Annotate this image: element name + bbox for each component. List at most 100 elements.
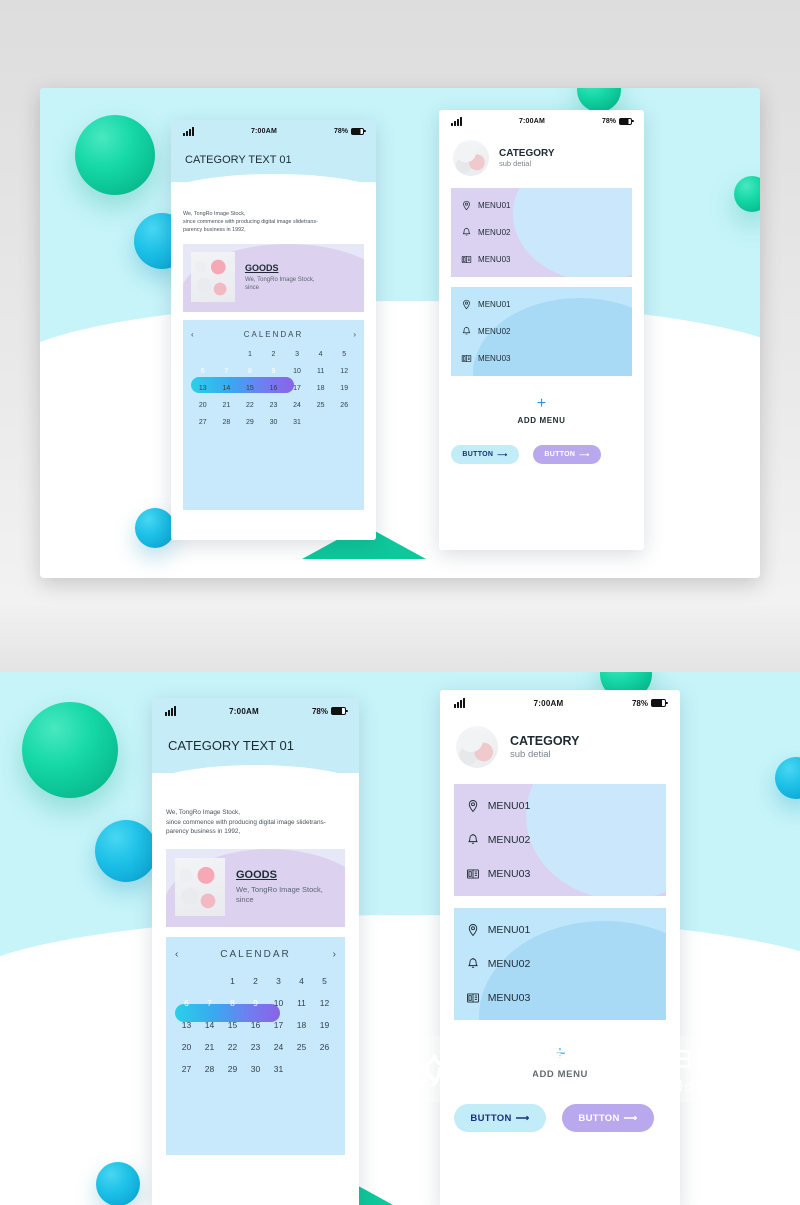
battery-percent: 78% (631, 698, 648, 708)
calendar-day-cell[interactable]: 21 (215, 402, 239, 409)
calendar-day-cell[interactable]: 11 (309, 368, 333, 375)
book-icon (467, 869, 479, 879)
calendar-day-cell[interactable]: 19 (332, 385, 356, 392)
goods-card[interactable]: GOODS We, TongRo Image Stock, since (183, 244, 364, 313)
status-battery-group: 78% (312, 707, 348, 716)
calendar-day-cell[interactable]: 7 (198, 998, 221, 1008)
calendar-day-cell[interactable]: 12 (313, 998, 336, 1008)
calendar-day-cell[interactable]: 10 (285, 368, 309, 375)
calendar-day-cell[interactable]: 24 (267, 1042, 290, 1052)
menu-item[interactable]: MENU02 (466, 957, 654, 971)
calendar-day-cell[interactable]: 5 (332, 351, 356, 358)
calendar-empty-cell (175, 976, 198, 986)
menu-item[interactable]: MENU02 (466, 833, 654, 847)
calendar-day-cell[interactable]: 31 (267, 1064, 290, 1074)
calendar-day-cell[interactable]: 4 (309, 351, 333, 358)
page-title: CATEGORY TEXT 01 (168, 738, 294, 753)
menu-item[interactable]: MENU01 (461, 200, 622, 211)
calendar-day-cell[interactable]: 17 (267, 1020, 290, 1030)
calendar-day-cell[interactable]: 17 (285, 385, 309, 392)
calendar-day-cell[interactable]: 4 (290, 976, 313, 986)
calendar-day-cell[interactable]: 15 (221, 1020, 244, 1030)
menu-item-label: MENU03 (478, 255, 511, 264)
calendar-day-cell[interactable]: 29 (238, 419, 262, 426)
calendar-day-cell[interactable]: 19 (313, 1020, 336, 1030)
calendar-day-cell[interactable]: 3 (267, 976, 290, 986)
scene-top: 7:00AM 78% CATEGORY TEXT 01 TONGRO IMAGE… (40, 88, 760, 578)
calendar-day-cell[interactable]: 26 (332, 402, 356, 409)
watermark-text: 精品素材 · 每日更新 作品编号:3586032 (541, 1044, 739, 1095)
calendar-day-cell[interactable]: 23 (244, 1042, 267, 1052)
calendar-day-cell[interactable]: 9 (244, 998, 267, 1008)
calendar-day-cell[interactable]: 23 (262, 402, 286, 409)
goods-thumbnail (175, 857, 225, 916)
action-button-cyan[interactable]: BUTTON ⟶ (451, 445, 519, 464)
calendar-day-cell[interactable]: 13 (175, 1020, 198, 1030)
calendar-day-cell[interactable]: 11 (290, 998, 313, 1008)
location-pin-icon (463, 299, 470, 310)
action-button-purple[interactable]: BUTTON ⟶ (533, 445, 601, 464)
menu-item[interactable]: MENU01 (466, 799, 654, 813)
plus-icon[interactable]: + (451, 396, 632, 412)
calendar-day-cell[interactable]: 1 (221, 976, 244, 986)
calendar-day-cell[interactable]: 12 (332, 368, 356, 375)
calendar-day-cell[interactable]: 25 (290, 1042, 313, 1052)
calendar-day-cell[interactable]: 2 (262, 351, 286, 358)
calendar-day-cell[interactable]: 10 (267, 998, 290, 1008)
menu-item-label: MENU01 (478, 201, 511, 210)
action-button-purple[interactable]: BUTTON ⟶ (562, 1104, 654, 1132)
calendar-day-cell[interactable]: 9 (262, 368, 286, 375)
calendar-day-cell[interactable]: 13 (191, 385, 215, 392)
signal-icon (183, 126, 194, 136)
menu-item[interactable]: MENU03 (466, 867, 654, 881)
add-menu-section[interactable]: + ADD MENU (451, 396, 632, 426)
phone-right-small: 7:00AM 78% CATEGORY sub detial MENU01 MEN… (439, 110, 644, 550)
calendar-day-cell[interactable]: 25 (309, 402, 333, 409)
calendar-day-cell[interactable]: 22 (238, 402, 262, 409)
calendar-day-cell[interactable]: 29 (221, 1064, 244, 1074)
phone-left-body: TONGRO IMAGE STOCK We, TongRo Image Stoc… (152, 765, 359, 1205)
calendar-day-cell[interactable]: 14 (215, 385, 239, 392)
menu-item[interactable]: MENU02 (461, 326, 622, 337)
calendar-day-cell[interactable]: 21 (198, 1042, 221, 1052)
calendar-day-cell[interactable]: 31 (285, 419, 309, 426)
goods-card[interactable]: GOODS We, TongRo Image Stock, since (166, 848, 345, 927)
menu-item[interactable]: MENU01 (466, 923, 654, 937)
menu-item[interactable]: MENU03 (461, 353, 622, 364)
calendar-day-cell[interactable]: 2 (244, 976, 267, 986)
calendar-day-cell[interactable]: 6 (175, 998, 198, 1008)
calendar-day-cell[interactable]: 24 (285, 402, 309, 409)
calendar-day-cell[interactable]: 30 (262, 419, 286, 426)
calendar-day-cell[interactable]: 18 (309, 385, 333, 392)
calendar-day-cell[interactable]: 26 (313, 1042, 336, 1052)
calendar-day-cell[interactable]: 5 (313, 976, 336, 986)
calendar-day-cell[interactable]: 18 (290, 1020, 313, 1030)
calendar-day-cell[interactable]: 16 (244, 1020, 267, 1030)
menu-item[interactable]: MENU03 (461, 254, 622, 265)
intro-paragraph: We, TongRo Image Stock, since commence w… (183, 211, 318, 234)
calendar-day-cell[interactable]: 20 (175, 1042, 198, 1052)
calendar-day-cell[interactable]: 28 (198, 1064, 221, 1074)
calendar-day-cell[interactable]: 15 (238, 385, 262, 392)
menu-item[interactable]: MENU03 (466, 991, 654, 1005)
menu-item[interactable]: MENU02 (461, 227, 622, 238)
calendar-day-cell[interactable]: 27 (175, 1064, 198, 1074)
action-button-cyan[interactable]: BUTTON ⟶ (454, 1104, 546, 1132)
calendar-day-cell[interactable]: 3 (285, 351, 309, 358)
calendar-day-cell[interactable]: 28 (215, 419, 239, 426)
menu-item[interactable]: MENU01 (461, 299, 622, 310)
calendar-day-cell[interactable]: 20 (191, 402, 215, 409)
calendar-day-cell[interactable]: 22 (221, 1042, 244, 1052)
calendar-day-cell[interactable]: 16 (262, 385, 286, 392)
calendar-day-cell[interactable]: 8 (238, 368, 262, 375)
calendar-next-button[interactable]: › (333, 949, 336, 960)
calendar-day-cell[interactable]: 8 (221, 998, 244, 1008)
calendar-day-cell[interactable]: 7 (215, 368, 239, 375)
phone-left-body: TONGRO IMAGE STOCK We, TongRo Image Stoc… (171, 174, 376, 540)
calendar-day-cell[interactable]: 30 (244, 1064, 267, 1074)
calendar-next-button[interactable]: › (353, 330, 356, 339)
calendar-day-cell[interactable]: 6 (191, 368, 215, 375)
calendar-day-cell[interactable]: 27 (191, 419, 215, 426)
calendar-day-cell[interactable]: 1 (238, 351, 262, 358)
calendar-day-cell[interactable]: 14 (198, 1020, 221, 1030)
